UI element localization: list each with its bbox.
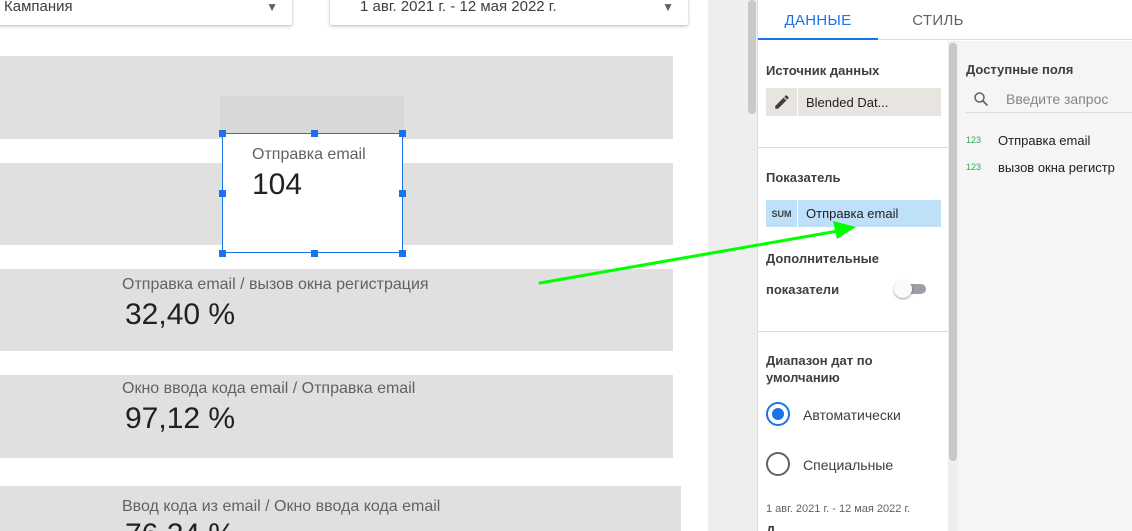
scorecard-title: Ввод кода из email / Окно ввода кода ema…: [122, 498, 441, 515]
date-range-control[interactable]: 1 авг. 2021 г. - 12 мая 2022 г. ▼: [330, 0, 688, 25]
metric-label: Показатель: [766, 170, 841, 185]
panel-scrollbar-thumb[interactable]: [949, 43, 957, 461]
resize-handle[interactable]: [219, 250, 226, 257]
campaign-filter-label: Кампания: [4, 0, 73, 15]
extra-metrics-toggle[interactable]: [894, 280, 926, 298]
section-divider: [758, 147, 948, 148]
fields-search-input[interactable]: [996, 90, 1132, 107]
panel-scrollbar[interactable]: [948, 41, 958, 531]
resize-handle[interactable]: [399, 190, 406, 197]
next-section-label: Д: [766, 523, 776, 531]
radio-automatic-label[interactable]: Автоматически: [803, 407, 901, 423]
active-tab-indicator: [758, 38, 878, 40]
data-source-chip[interactable]: Blended Dat...: [766, 88, 941, 116]
aggregation-badge[interactable]: SUM: [766, 200, 798, 227]
field-item[interactable]: 123 Отправка email: [966, 130, 1090, 150]
tab-style[interactable]: СТИЛЬ: [894, 0, 982, 40]
resize-handle[interactable]: [311, 250, 318, 257]
available-fields-column: Доступные поля 123 Отправка email 123 вы…: [958, 41, 1132, 531]
data-source-label: Источник данных: [766, 63, 880, 78]
chart-placeholder-block: [220, 96, 404, 133]
panel-tabs: ДАННЫЕ СТИЛЬ: [758, 0, 1132, 40]
chevron-down-icon: ▼: [266, 0, 278, 14]
scorecard-title: Отправка email / вызов окна регистрация: [122, 276, 429, 293]
scorecard-title: Отправка email: [252, 146, 366, 163]
scorecard-value: 76,24 %: [125, 518, 235, 531]
toggle-knob: [894, 280, 912, 298]
radio-custom-label[interactable]: Специальные: [803, 457, 893, 473]
canvas-scrollbar-thumb[interactable]: [748, 0, 756, 114]
date-range-control-label: 1 авг. 2021 г. - 12 мая 2022 г.: [360, 0, 557, 15]
date-range-label-2: умолчанию: [766, 370, 840, 385]
data-source-name: Blended Dat...: [806, 94, 889, 110]
date-range-label: Диапазон дат по: [766, 353, 873, 368]
chevron-down-icon: ▼: [662, 0, 674, 14]
available-fields-title: Доступные поля: [966, 62, 1074, 77]
date-range-value: 1 авг. 2021 г. - 12 мая 2022 г.: [766, 503, 911, 515]
field-name: вызов окна регистр: [998, 159, 1115, 175]
scorecard-value: 104: [252, 168, 303, 201]
resize-handle[interactable]: [399, 130, 406, 137]
extra-metrics-label-2: показатели: [766, 282, 840, 297]
data-settings-column: Источник данных Blended Dat... Показател…: [758, 41, 948, 531]
resize-handle[interactable]: [399, 250, 406, 257]
resize-handle[interactable]: [219, 130, 226, 137]
radio-custom[interactable]: [766, 452, 790, 476]
radio-automatic[interactable]: [766, 402, 790, 426]
scorecard-title: Окно ввода кода email / Отправка email: [122, 380, 416, 397]
campaign-filter-control[interactable]: Кампания ▼: [0, 0, 292, 25]
report-canvas: Кампания ▼ 1 авг. 2021 г. - 12 мая 2022 …: [0, 0, 708, 531]
selected-scorecard[interactable]: Отправка email 104: [222, 133, 403, 253]
search-icon[interactable]: [966, 90, 996, 108]
resize-handle[interactable]: [219, 190, 226, 197]
pencil-icon[interactable]: [766, 88, 798, 116]
fields-search[interactable]: [966, 85, 1132, 113]
properties-panel: ДАННЫЕ СТИЛЬ Источник данных Blended Dat…: [757, 0, 1132, 531]
section-divider: [758, 331, 948, 332]
tab-data[interactable]: ДАННЫЕ: [758, 0, 878, 40]
scorecard-value: 32,40 %: [125, 298, 236, 331]
numeric-type-icon: 123: [966, 135, 982, 145]
metric-chip[interactable]: SUM Отправка email: [766, 200, 941, 227]
resize-handle[interactable]: [311, 130, 318, 137]
field-item[interactable]: 123 вызов окна регистр: [966, 157, 1115, 177]
metric-name: Отправка email: [806, 206, 899, 221]
field-name: Отправка email: [998, 132, 1091, 148]
scorecard-value: 97,12 %: [125, 402, 236, 435]
extra-metrics-label: Дополнительные: [766, 251, 879, 266]
numeric-type-icon: 123: [966, 162, 982, 172]
